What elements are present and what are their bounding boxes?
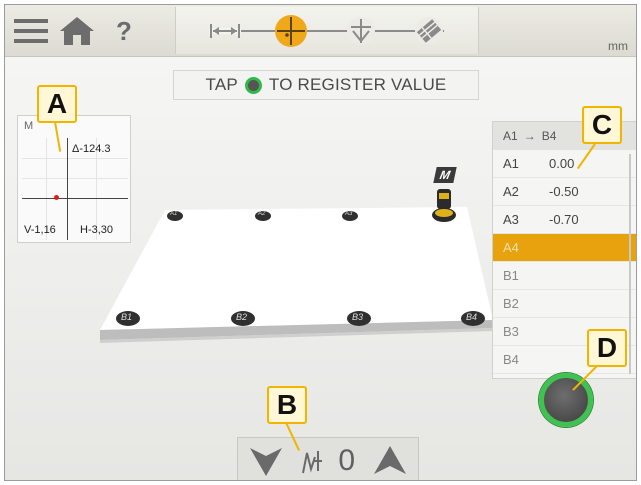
floor-point-label: A1 (170, 211, 178, 217)
floor-point-label: B4 (466, 312, 478, 322)
row-name: B2 (503, 296, 519, 311)
step-target[interactable] (274, 15, 308, 47)
callout-b-label: B (276, 389, 298, 420)
help-icon: ? (116, 15, 132, 46)
app-screen: ? mm TAP TO REGISTER VALUE A1 A2 A3 B1 B… (4, 4, 637, 481)
step-connector-line (216, 30, 444, 32)
callout-b: B (267, 386, 307, 424)
floor-point-a2[interactable]: A2 (255, 211, 271, 221)
list-row-a2[interactable]: A2 -0.50 (493, 178, 636, 206)
floor-point-label: B3 (352, 312, 364, 322)
top-bar: ? mm (5, 5, 636, 57)
target-delta-value: Δ-124.3 (72, 143, 111, 155)
register-dot-icon (244, 76, 262, 94)
distance-icon (209, 24, 241, 38)
callout-a-label: A (46, 88, 68, 119)
help-button[interactable]: ? (109, 12, 139, 50)
floor-point-label: A3 (345, 211, 353, 217)
grid-line (22, 178, 128, 179)
instruction-prefix: TAP (205, 75, 238, 94)
header-from: A1 (503, 129, 518, 143)
floor-point-label: B1 (121, 312, 133, 322)
step-measure[interactable] (344, 15, 378, 47)
row-name: A2 (503, 184, 519, 199)
floor-point-b1[interactable]: B1 (116, 311, 140, 326)
grid-line (22, 158, 128, 159)
row-value: -0.50 (549, 184, 579, 199)
floor-point-b3[interactable]: B3 (347, 311, 371, 326)
target-vertical-axis (67, 138, 68, 240)
measure-point-icon (347, 17, 375, 45)
target-mode-label: M (24, 120, 34, 132)
callout-d-label: D (596, 332, 618, 363)
callout-a: A (37, 85, 77, 123)
row-name: B1 (503, 268, 519, 283)
offset-icon (302, 450, 322, 473)
sensor-badge: M (433, 167, 457, 183)
instruction-suffix: TO REGISTER VALUE (268, 75, 447, 94)
header-arrow-icon: → (523, 129, 536, 143)
floor-point-a1[interactable]: A1 (167, 211, 183, 221)
hamburger-icon (14, 19, 48, 43)
target-h-value: H-3,30 (80, 224, 114, 236)
offset-control: 0 (237, 437, 419, 481)
header-to: B4 (541, 129, 557, 143)
row-value: -0.70 (549, 212, 579, 227)
arrow-up-icon (374, 445, 407, 474)
instruction-banner: TAP TO REGISTER VALUE (173, 70, 479, 100)
result-table-icon (415, 17, 443, 45)
row-value: 0.00 (549, 156, 575, 171)
increase-button[interactable] (370, 441, 410, 481)
decrease-button[interactable] (246, 441, 286, 481)
target-v-value: V-1,16 (24, 224, 56, 236)
list-row-b2[interactable]: B2 (493, 290, 636, 318)
row-name: A3 (503, 212, 519, 227)
step-navigation (175, 7, 479, 54)
home-icon (60, 17, 94, 45)
list-row-b1[interactable]: B1 (493, 262, 636, 290)
row-name: B4 (503, 352, 519, 367)
floor-point-label: A2 (258, 211, 266, 217)
unit-label: mm (608, 39, 628, 53)
floor-point-a3[interactable]: A3 (342, 211, 358, 221)
callout-d: D (587, 329, 627, 367)
row-name: A4 (503, 240, 519, 255)
list-row-a3[interactable]: A3 -0.70 (493, 206, 636, 234)
target-horizontal-axis (22, 198, 128, 199)
laser-sensor: M (429, 167, 459, 225)
row-name: A1 (503, 156, 519, 171)
row-name: B3 (503, 324, 519, 339)
list-scrollbar[interactable] (629, 154, 631, 374)
target-crosshair-icon (275, 15, 307, 47)
floor-point-label: B2 (236, 312, 248, 322)
step-result[interactable] (412, 15, 446, 47)
sensor-icon (432, 189, 456, 222)
step-distance[interactable] (208, 15, 242, 47)
target-position-dot (54, 195, 59, 200)
offset-value: 0 (338, 443, 355, 477)
list-row-a4-active[interactable]: A4 (493, 234, 636, 262)
register-value-button[interactable] (539, 373, 593, 427)
menu-button[interactable] (11, 12, 51, 50)
target-readout-panel: M Δ-124.3 V-1,16 H-3,30 (17, 115, 131, 243)
list-row-a1[interactable]: A1 0.00 (493, 150, 636, 178)
floor-point-b2[interactable]: B2 (231, 311, 255, 326)
arrow-down-icon (249, 447, 282, 476)
callout-c: C (582, 106, 622, 144)
callout-c-label: C (591, 109, 613, 140)
sensor-label: M (438, 168, 452, 182)
home-button[interactable] (57, 12, 97, 50)
floor-point-b4[interactable]: B4 (461, 311, 485, 326)
